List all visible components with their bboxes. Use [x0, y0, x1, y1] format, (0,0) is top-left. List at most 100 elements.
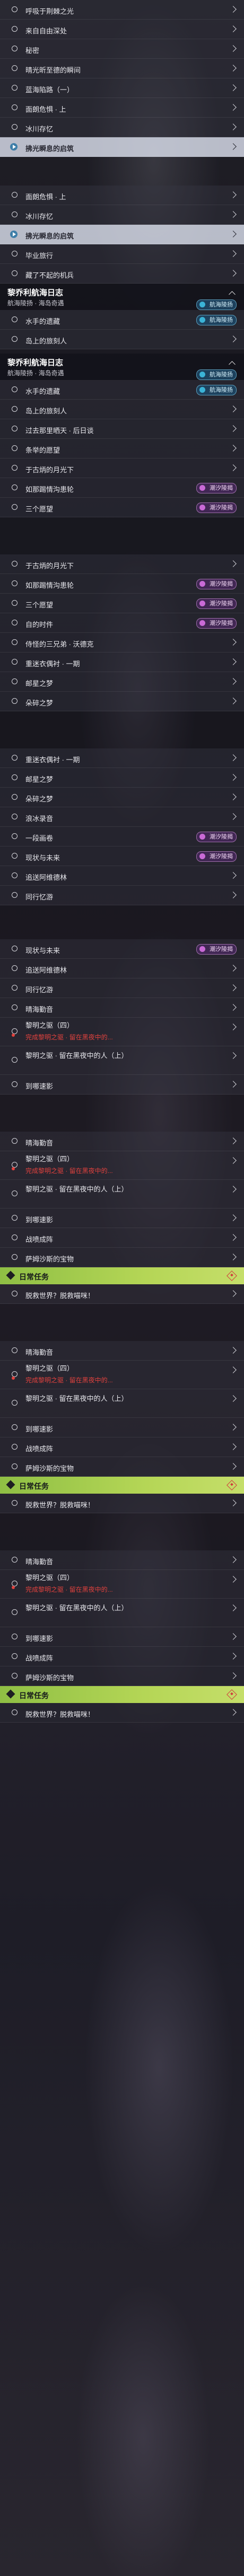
chevron-right-icon	[230, 1499, 237, 1506]
alert-dot-icon	[12, 1034, 15, 1037]
quest-circle-icon	[12, 698, 18, 704]
quest-row[interactable]: 秘密	[0, 39, 244, 59]
quest-row[interactable]: 面朗危惧 · 上	[0, 186, 244, 205]
quest-row[interactable]: 岛上的旅刻人	[0, 400, 244, 419]
quest-row[interactable]: 面朗危惧 · 上	[0, 98, 244, 118]
quest-row[interactable]: 如那踢情沟患轮 潮汐陵揭	[0, 574, 244, 594]
quest-row[interactable]: 追送阿维德林	[0, 959, 244, 978]
quest-label: 来自自由深处	[25, 27, 67, 35]
quest-row[interactable]: 黎明之驱（四） 完成黎明之驱 · 留在黑夜中的...	[0, 1361, 244, 1389]
quest-row[interactable]: 呼吸于荆棘之光	[0, 0, 244, 20]
quest-row[interactable]: 一段画卷 潮汐陵揭	[0, 827, 244, 846]
quest-row[interactable]: 岛上的旅刻人	[0, 330, 244, 349]
quest-row[interactable]: 黎明之驱（四） 完成黎明之驱 · 留在黑夜中的...	[0, 1151, 244, 1180]
quest-row[interactable]: 于古炳的月光下	[0, 554, 244, 574]
quest-row[interactable]: 藏了不起的机兵	[0, 264, 244, 284]
quest-label: 黎明之驱（四）	[25, 1155, 74, 1163]
quest-label: 萨姆沙斯的宝物	[25, 1674, 74, 1682]
quest-row[interactable]: 脱救世界？脱救喵咪！	[0, 1284, 244, 1304]
quest-row[interactable]: 脱救世界？脱救喵咪！	[0, 1494, 244, 1513]
quest-row[interactable]: 重迷衣偶衬 · 一期	[0, 748, 244, 768]
quest-row[interactable]: 脱救世界？脱救喵咪！	[0, 1703, 244, 1723]
quest-row[interactable]: 黎明之驱 · 留在黑夜中的人（上）	[0, 1389, 244, 1418]
quest-row[interactable]: 朵碎之梦	[0, 692, 244, 711]
chapter-header[interactable]: 黎乔利航海日志 航海陵扬 · 海岛奇遇 航海陵扬	[0, 284, 244, 311]
quest-label: 黎明之驱 · 留在黑夜中的人（上）	[25, 1395, 128, 1402]
quest-row[interactable]: 晴海勤音	[0, 1132, 244, 1151]
daily-quest-header[interactable]: 日常任务	[0, 1686, 244, 1703]
chevron-right-icon	[230, 191, 237, 198]
quest-row[interactable]: 邮星之梦	[0, 672, 244, 692]
quest-row[interactable]: 水手的遗藏 航海陵扬	[0, 380, 244, 400]
quest-row[interactable]: 邮星之梦	[0, 768, 244, 788]
quest-row[interactable]: 重迷衣偶衬 · 一期	[0, 652, 244, 672]
quest-row[interactable]: 晴光昕至德的瞬间	[0, 59, 244, 78]
quest-row[interactable]: 晴海勤音	[0, 1341, 244, 1361]
quest-row[interactable]: 晴海勤音	[0, 1550, 244, 1570]
quest-row[interactable]: 到哪速影	[0, 1075, 244, 1095]
daily-quest-header[interactable]: 日常任务	[0, 1267, 244, 1284]
quest-row[interactable]: 过去那里晒天 · 后日谈	[0, 419, 244, 439]
quest-row[interactable]: 战喷成阵	[0, 1437, 244, 1457]
quest-row[interactable]: 现状与未来 潮汐陵揭	[0, 846, 244, 866]
quest-row[interactable]: 朵碎之梦	[0, 788, 244, 807]
quest-row[interactable]: 黎明之驱 · 留在黑夜中的人（上）	[0, 1599, 244, 1627]
daily-title: 日常任务	[19, 1482, 49, 1490]
quest-circle-icon	[12, 6, 18, 12]
quest-row[interactable]: 三个愿望 潮汐陵揭	[0, 594, 244, 613]
quest-objective: 完成黎明之驱 · 留在黑夜中的...	[25, 1167, 113, 1175]
quest-row[interactable]: 来自自由深处	[0, 20, 244, 39]
quest-row[interactable]: 到哪速影	[0, 1627, 244, 1647]
quest-row[interactable]: 黎明之驱 · 留在黑夜中的人（上）	[0, 1046, 244, 1075]
chevron-right-icon	[230, 754, 237, 761]
quest-row[interactable]: 水手的遗藏 航海陵扬	[0, 310, 244, 330]
quest-label: 晴光昕至德的瞬间	[25, 66, 81, 74]
quest-row[interactable]: 自的时件 潮汐陵揭	[0, 613, 244, 633]
quest-row[interactable]: 同行忆游	[0, 886, 244, 905]
quest-label: 冰川存忆	[25, 125, 54, 133]
quest-row[interactable]: 黎明之驱（四） 完成黎明之驱 · 留在黑夜中的...	[0, 1018, 244, 1046]
alert-dot-icon	[12, 1377, 15, 1380]
quest-row[interactable]: 条举的愿望	[0, 439, 244, 458]
quest-row[interactable]: 萨姆沙斯的宝物	[0, 1457, 244, 1477]
quest-row[interactable]: 三个愿望 潮汐陵揭	[0, 498, 244, 517]
quest-row[interactable]: 晴海勤音	[0, 998, 244, 1018]
quest-row[interactable]: 蓝海陷路（一）	[0, 78, 244, 98]
quest-label: 萨姆沙斯的宝物	[25, 1255, 74, 1263]
quest-circle-icon	[12, 1634, 18, 1639]
quest-row[interactable]: 冰川存忆	[0, 118, 244, 137]
chevron-right-icon	[230, 813, 237, 820]
quest-row[interactable]: 毕业旅行	[0, 244, 244, 264]
quest-circle-icon	[12, 406, 18, 412]
chapter-header[interactable]: 黎乔利航海日志 航海陵扬 · 海岛奇遇 航海陵扬	[0, 354, 244, 381]
quest-row[interactable]: 到哪速影	[0, 1418, 244, 1437]
quest-row[interactable]: 到哪速影	[0, 1208, 244, 1228]
quest-row[interactable]: 浪冰录音	[0, 807, 244, 827]
quest-row[interactable]: 战喷成阵	[0, 1228, 244, 1248]
quest-row[interactable]: 黎明之驱 · 留在黑夜中的人（上）	[0, 1180, 244, 1208]
chevron-right-icon	[230, 1463, 237, 1470]
quest-row[interactable]: 同行忆游	[0, 978, 244, 998]
quest-row[interactable]: 萨姆沙斯的宝物	[0, 1248, 244, 1267]
quest-row[interactable]: 追送阿维德林	[0, 866, 244, 886]
daily-quest-header[interactable]: 日常任务	[0, 1477, 244, 1494]
quest-circle-icon	[12, 1254, 18, 1260]
target-diamond-icon	[226, 1271, 237, 1281]
quest-label: 同行忆游	[25, 986, 54, 994]
quest-row[interactable]: 冰川存忆	[0, 205, 244, 225]
chevron-right-icon	[230, 1672, 237, 1679]
quest-label: 到哪速影	[25, 1425, 54, 1433]
quest-row[interactable]: 如那踢情沟患轮 潮汐陵揭	[0, 478, 244, 498]
quest-label: 毕业旅行	[25, 252, 54, 260]
quest-row[interactable]: 萨姆沙斯的宝物	[0, 1666, 244, 1686]
quest-row[interactable]: 现状与未来 潮汐陵揭	[0, 939, 244, 959]
quest-row[interactable]: 侍怪的三兄弟 · 沃德克	[0, 633, 244, 652]
quest-row[interactable]: 拂光瞬息的启筑	[0, 137, 244, 157]
tide-badge: 潮汐陵揭	[196, 832, 237, 842]
quest-circle-icon	[12, 774, 18, 780]
quest-circle-icon	[12, 659, 18, 665]
quest-row[interactable]: 拂光瞬息的启筑	[0, 225, 244, 244]
quest-row[interactable]: 黎明之驱（四） 完成黎明之驱 · 留在黑夜中的...	[0, 1570, 244, 1599]
quest-row[interactable]: 于古炳的月光下	[0, 458, 244, 478]
quest-row[interactable]: 战喷成阵	[0, 1647, 244, 1666]
